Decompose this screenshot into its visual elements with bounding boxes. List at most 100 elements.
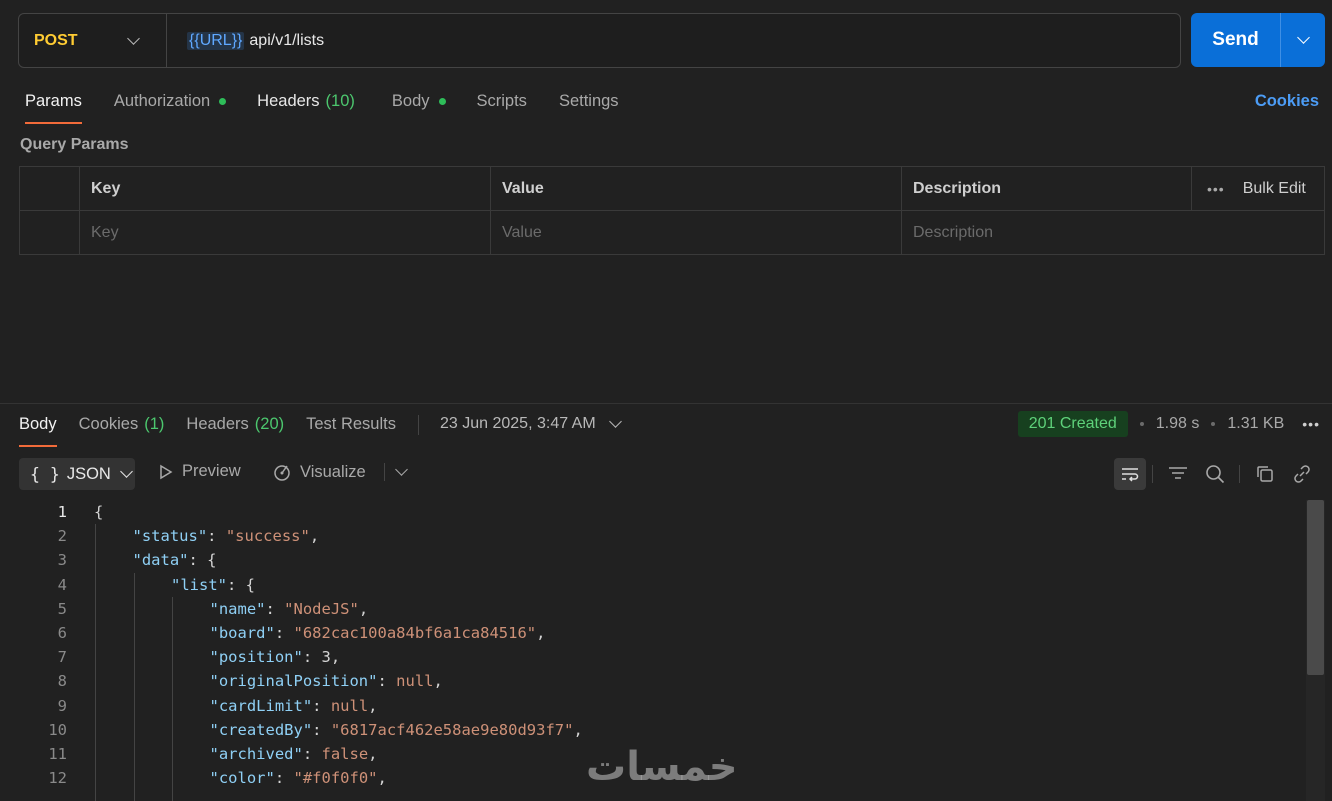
preview-button[interactable]: Preview bbox=[158, 462, 241, 481]
json-key: "data" bbox=[132, 551, 189, 570]
cookies-count: (1) bbox=[144, 415, 165, 433]
tab-params[interactable]: Params bbox=[25, 90, 82, 124]
json-punctuation: , bbox=[368, 744, 378, 763]
row-checkbox bbox=[20, 211, 80, 255]
scrollbar-thumb[interactable] bbox=[1307, 500, 1324, 675]
pane-divider[interactable] bbox=[0, 403, 1332, 404]
code-line: 7 "position": 3, bbox=[0, 645, 1300, 669]
json-key: "archived" bbox=[209, 744, 303, 763]
key-input[interactable]: Key bbox=[80, 211, 491, 255]
code-text: "createdBy": "6817acf462e58ae9e80d93f7", bbox=[210, 721, 583, 739]
line-number: 11 bbox=[48, 744, 67, 763]
code-text: "list": { bbox=[171, 576, 255, 594]
value-input[interactable]: Value bbox=[491, 211, 902, 255]
copy-icon[interactable] bbox=[1246, 458, 1283, 490]
url-variable[interactable]: {{URL}} bbox=[187, 31, 245, 50]
json-punctuation: : bbox=[274, 769, 294, 788]
json-punctuation: : bbox=[302, 744, 322, 763]
chevron-down-icon[interactable] bbox=[394, 463, 408, 476]
watermark-logo: خمسات bbox=[586, 744, 738, 790]
tab-settings[interactable]: Settings bbox=[559, 90, 619, 124]
code-line: 3 "data": { bbox=[0, 548, 1300, 572]
empty-cell bbox=[1192, 211, 1324, 255]
code-text: "color": "#f0f0f0", bbox=[210, 769, 387, 787]
table-actions: ••• Bulk Edit bbox=[1192, 167, 1324, 210]
format-select[interactable]: { } JSON bbox=[19, 458, 135, 490]
code-line: 6 "board": "682cac100a84bf6a1ca84516", bbox=[0, 621, 1300, 645]
status-badge[interactable]: 201 Created bbox=[1017, 411, 1128, 437]
tab-label: Headers bbox=[186, 415, 249, 433]
send-options-button[interactable] bbox=[1281, 31, 1325, 44]
line-number: 4 bbox=[57, 575, 67, 594]
method-select[interactable]: POST bbox=[19, 14, 167, 67]
cookies-link[interactable]: Cookies bbox=[1255, 92, 1319, 111]
tab-label: Body bbox=[19, 415, 57, 433]
tab-response-headers[interactable]: Headers (20) bbox=[186, 413, 284, 447]
json-key: "position" bbox=[209, 648, 303, 667]
send-button[interactable]: Send bbox=[1191, 13, 1281, 67]
modified-dot-icon bbox=[438, 98, 446, 105]
play-icon bbox=[160, 464, 173, 479]
visualize-button[interactable]: Visualize bbox=[272, 462, 408, 482]
headers-count: (20) bbox=[254, 415, 285, 433]
json-key: "originalPosition" bbox=[209, 672, 378, 691]
tab-authorization[interactable]: Authorization bbox=[114, 90, 227, 124]
code-line: 10 "createdBy": "6817acf462e58ae9e80d93f7… bbox=[0, 718, 1300, 742]
braces-icon: { } bbox=[30, 464, 60, 484]
json-punctuation: , bbox=[358, 599, 369, 618]
tab-response-body[interactable]: Body bbox=[19, 413, 57, 447]
json-value: "#f0f0f0" bbox=[293, 769, 378, 788]
json-punctuation: , bbox=[433, 672, 443, 691]
url-input[interactable]: {{URL}} api/v1/lists bbox=[167, 31, 324, 50]
link-icon[interactable] bbox=[1283, 458, 1320, 490]
chevron-down-icon bbox=[608, 415, 622, 428]
line-number: 9 bbox=[57, 696, 67, 715]
chevron-down-icon bbox=[1296, 31, 1310, 44]
json-punctuation: : bbox=[312, 720, 331, 739]
json-key: "board" bbox=[209, 624, 275, 643]
tab-label: Body bbox=[391, 92, 430, 110]
json-value: null bbox=[396, 672, 434, 691]
tab-headers[interactable]: Headers (10) bbox=[257, 90, 355, 124]
line-number: 3 bbox=[57, 551, 67, 570]
indent-guide bbox=[133, 572, 135, 801]
wrap-lines-icon[interactable] bbox=[1114, 458, 1146, 490]
more-options-icon[interactable]: ••• bbox=[1302, 416, 1320, 432]
filter-icon[interactable] bbox=[1159, 458, 1196, 490]
response-tabs: Body Cookies (1) Headers (20) Test Results bbox=[19, 413, 396, 447]
tab-response-cookies[interactable]: Cookies (1) bbox=[79, 413, 165, 447]
json-punctuation: , bbox=[309, 527, 320, 546]
bulk-edit-button[interactable]: Bulk Edit bbox=[1243, 180, 1306, 198]
params-table: Key Value Description ••• Bulk Edit Key … bbox=[19, 166, 1325, 255]
checkbox-column-header bbox=[20, 167, 80, 210]
response-history-select[interactable]: 23 Jun 2025, 3:47 AM bbox=[440, 415, 622, 433]
indent-guide bbox=[95, 524, 96, 801]
search-icon[interactable] bbox=[1196, 458, 1233, 490]
chevron-down-icon bbox=[119, 465, 133, 478]
line-number: 10 bbox=[48, 720, 67, 739]
more-options-icon[interactable]: ••• bbox=[1207, 181, 1225, 197]
line-number: 1 bbox=[57, 503, 67, 522]
tab-label: Scripts bbox=[476, 92, 527, 110]
format-label: JSON bbox=[66, 464, 111, 483]
json-punctuation: : 3, bbox=[302, 648, 341, 667]
code-text: { bbox=[94, 503, 103, 521]
json-value: "success" bbox=[225, 527, 310, 546]
response-time[interactable]: 1.98 s bbox=[1156, 415, 1200, 433]
code-line: 2 "status": "success", bbox=[0, 524, 1300, 548]
tab-test-results[interactable]: Test Results bbox=[306, 413, 396, 447]
json-value: false bbox=[321, 744, 369, 763]
visualize-icon bbox=[274, 465, 290, 481]
description-input[interactable]: Description bbox=[902, 211, 1192, 255]
json-key: "color" bbox=[209, 769, 275, 788]
separator-dot bbox=[1211, 422, 1216, 426]
tab-scripts[interactable]: Scripts bbox=[477, 90, 527, 124]
line-number: 7 bbox=[57, 648, 67, 667]
scrollbar[interactable] bbox=[1306, 500, 1325, 801]
tab-body[interactable]: Body bbox=[392, 90, 446, 124]
send-button-group: Send bbox=[1191, 13, 1325, 67]
code-line: 5 "name": "NodeJS", bbox=[0, 597, 1300, 621]
json-key: "createdBy" bbox=[209, 720, 313, 739]
json-value: "6817acf462e58ae9e80d93f7" bbox=[330, 720, 574, 739]
response-size[interactable]: 1.31 KB bbox=[1227, 415, 1284, 433]
